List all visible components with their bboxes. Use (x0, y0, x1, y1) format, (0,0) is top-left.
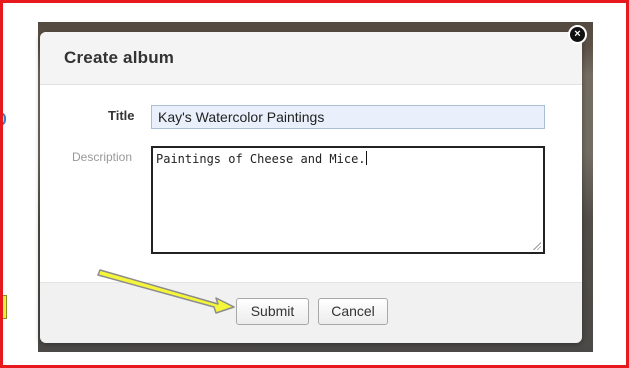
highlight-frame (0, 0, 629, 368)
